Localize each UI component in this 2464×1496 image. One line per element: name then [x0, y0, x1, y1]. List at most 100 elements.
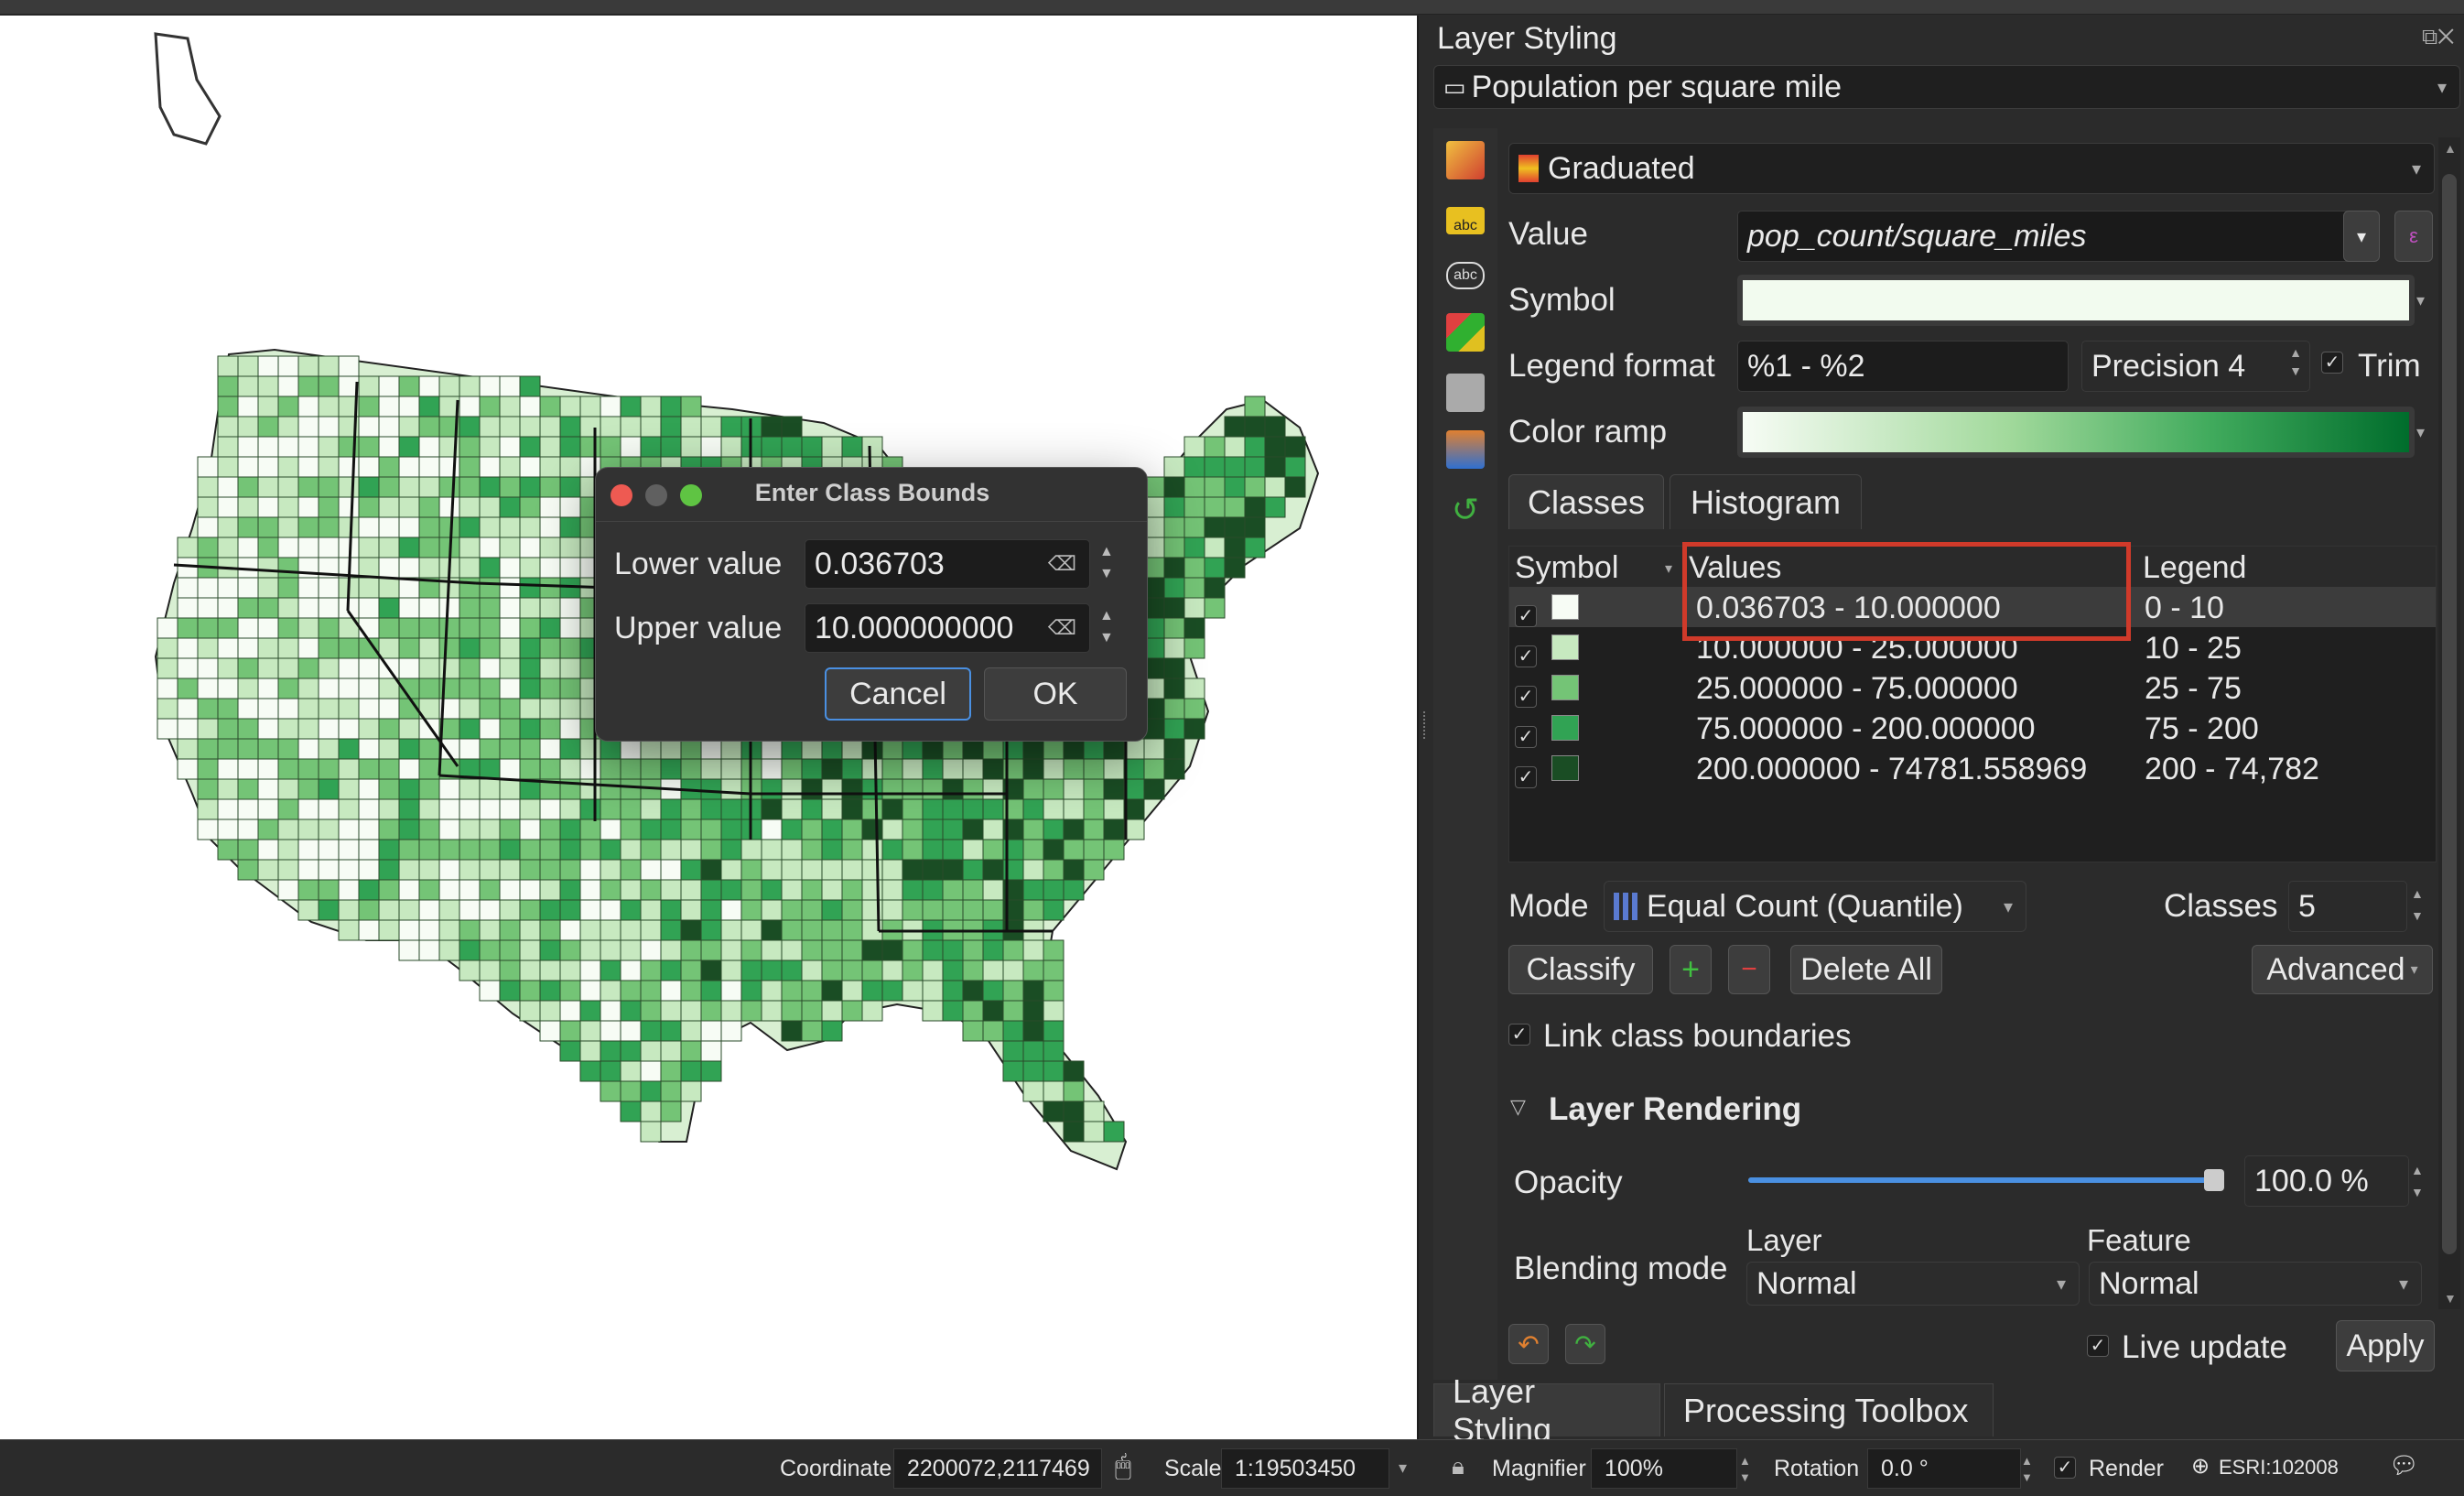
class-swatch[interactable]	[1551, 594, 1579, 620]
magnifier-field[interactable]: 100%	[1591, 1448, 1737, 1489]
spin-arrows-icon[interactable]: ▲ ▼	[2411, 883, 2424, 927]
mode-select[interactable]: Equal Count (Quantile) ▾	[1604, 881, 2026, 932]
spin-arrows-icon[interactable]: ▲ ▼	[1739, 1453, 1751, 1486]
spin-arrows-icon[interactable]: ▲ ▼	[2411, 1159, 2424, 1203]
tab-histogram[interactable]: Histogram	[1670, 474, 1862, 529]
paintbrush-icon[interactable]	[1446, 141, 1485, 179]
header-legend[interactable]: Legend	[2143, 550, 2246, 586]
expression-icon[interactable]: ε	[2394, 211, 2433, 262]
scroll-thumb[interactable]	[2442, 174, 2457, 1254]
county-cell	[1063, 798, 1085, 820]
float-close-icon[interactable]: ⧉✕	[2422, 25, 2454, 50]
mouse-icon[interactable]: 🖱	[1115, 1451, 1131, 1482]
advanced-button[interactable]: Advanced ▾	[2252, 945, 2433, 994]
blend-feature-select[interactable]: Normal ▾	[2089, 1262, 2422, 1306]
opacity-spinbox[interactable]: 100.0 %	[2244, 1155, 2409, 1207]
class-swatch[interactable]	[1551, 715, 1579, 741]
renderer-select[interactable]: Graduated ▾	[1508, 143, 2435, 194]
tab-classes[interactable]: Classes	[1508, 474, 1664, 529]
class-checkbox[interactable]: ✓	[1515, 675, 1537, 710]
county-cell	[257, 839, 279, 861]
class-legend[interactable]: 75 - 200	[2145, 711, 2259, 747]
header-symbol[interactable]: Symbol	[1515, 550, 1618, 586]
table-row[interactable]: ✓ 25.000000 - 75.000000 25 - 75	[1509, 667, 2436, 708]
history-icon[interactable]: ↺	[1446, 491, 1485, 529]
message-icon[interactable]: 💬︎	[2389, 1451, 2419, 1480]
class-values[interactable]: 75.000000 - 200.000000	[1696, 711, 2036, 747]
classify-button[interactable]: Classify	[1508, 945, 1653, 994]
class-legend[interactable]: 10 - 25	[2145, 631, 2242, 667]
class-checkbox[interactable]: ✓	[1515, 755, 1537, 791]
globe-icon[interactable]: ⊕	[2191, 1453, 2210, 1480]
class-legend[interactable]: 200 - 74,782	[2145, 752, 2319, 787]
scroll-down-icon[interactable]: ▼	[2444, 1291, 2457, 1306]
trim-checkbox[interactable]: ✓	[2321, 352, 2343, 374]
layer-select[interactable]: ▭ Population per square mile ▾	[1433, 65, 2460, 109]
chevron-down-icon[interactable]: ▾	[1399, 1458, 1407, 1478]
redo-icon[interactable]: ↷	[1565, 1324, 1605, 1364]
layer-rendering-header[interactable]: Layer Rendering	[1549, 1091, 1801, 1128]
scroll-up-icon[interactable]: ▲	[2444, 141, 2457, 156]
chevron-down-icon[interactable]: ▾	[2416, 407, 2435, 458]
class-swatch[interactable]	[1551, 755, 1579, 781]
coordinate-field[interactable]: 2200072,2117469	[893, 1448, 1102, 1489]
spin-arrows-icon[interactable]: ▲ ▼	[2021, 1453, 2033, 1486]
class-swatch[interactable]	[1551, 675, 1579, 700]
scale-field[interactable]: 1:19503450	[1221, 1448, 1389, 1489]
apply-button[interactable]: Apply	[2336, 1320, 2435, 1371]
link-boundaries-checkbox[interactable]: ✓	[1508, 1024, 1530, 1046]
county-cell	[519, 980, 541, 1002]
cancel-button[interactable]: Cancel	[825, 667, 971, 721]
value-expression-field[interactable]: pop_count/square_miles	[1737, 211, 2374, 262]
fields-icon[interactable]	[1446, 430, 1485, 469]
lock-icon[interactable]: 🔒︎	[1452, 1452, 1464, 1481]
spin-arrows-icon[interactable]: ▲ ▼	[2284, 343, 2307, 380]
value-dropdown-button[interactable]: ▾	[2343, 211, 2380, 262]
label-abc-outline-icon[interactable]: abc	[1446, 262, 1485, 289]
ok-button[interactable]: OK	[984, 667, 1127, 721]
add-class-icon[interactable]: +	[1670, 945, 1712, 994]
rotation-field[interactable]: 0.0 °	[1867, 1448, 2021, 1489]
upper-value-input[interactable]: 10.000000000 ⌫	[805, 603, 1090, 653]
class-checkbox[interactable]: ✓	[1515, 594, 1537, 630]
county-cell	[962, 939, 984, 961]
class-values[interactable]: 25.000000 - 75.000000	[1696, 671, 2018, 707]
panel-splitter[interactable]	[1419, 16, 1433, 1439]
color-ramp-button[interactable]	[1737, 407, 2415, 458]
spin-arrows-icon[interactable]: ▲ ▼	[1099, 541, 1114, 585]
chevron-down-icon[interactable]: ▾	[2416, 275, 2435, 326]
opacity-slider[interactable]	[1748, 1169, 2224, 1191]
render-checkbox[interactable]: ✓	[2054, 1453, 2076, 1480]
precision-spinbox[interactable]: Precision 4 ▲ ▼	[2081, 341, 2310, 392]
opacity-handle[interactable]	[2204, 1169, 2224, 1191]
class-swatch[interactable]	[1551, 634, 1579, 660]
3d-cube-icon[interactable]	[1446, 313, 1485, 352]
delete-all-button[interactable]: Delete All	[1790, 945, 1942, 994]
table-row[interactable]: ✓ 75.000000 - 200.000000 75 - 200	[1509, 708, 2436, 748]
class-checkbox[interactable]: ✓	[1515, 715, 1537, 751]
class-legend[interactable]: 25 - 75	[2145, 671, 2242, 707]
class-legend[interactable]: 0 - 10	[2145, 591, 2224, 626]
lower-value-input[interactable]: 0.036703 ⌫	[805, 539, 1090, 589]
spin-arrows-icon[interactable]: ▲ ▼	[1099, 605, 1114, 649]
undo-icon[interactable]: ↶	[1508, 1324, 1549, 1364]
class-checkbox[interactable]: ✓	[1515, 634, 1537, 670]
collapse-arrow-icon[interactable]: ▽	[1510, 1095, 1526, 1119]
table-row[interactable]: ✓ 200.000000 - 74781.558969 200 - 74,782	[1509, 748, 2436, 788]
diagram-icon[interactable]	[1446, 374, 1485, 412]
blend-layer-select[interactable]: Normal ▾	[1746, 1262, 2080, 1306]
tab-layer-styling[interactable]: Layer Styling	[1433, 1372, 1660, 1448]
class-values[interactable]: 200.000000 - 74781.558969	[1696, 752, 2087, 787]
classes-count-spinbox[interactable]: 5	[2288, 881, 2407, 932]
crs-label[interactable]: ESRI:102008	[2219, 1456, 2339, 1480]
symbol-button[interactable]	[1737, 275, 2415, 326]
remove-class-icon[interactable]: −	[1728, 945, 1770, 994]
live-update-checkbox[interactable]: ✓	[2087, 1335, 2109, 1357]
tab-processing-toolbox[interactable]: Processing Toolbox	[1664, 1383, 1994, 1436]
label-abc-icon[interactable]: abc	[1446, 207, 1485, 234]
county-cell	[418, 899, 440, 921]
clear-icon[interactable]: ⌫	[1048, 552, 1076, 576]
legend-format-input[interactable]: %1 - %2	[1737, 341, 2069, 392]
clear-icon[interactable]: ⌫	[1047, 616, 1076, 640]
panel-scrollbar[interactable]: ▲ ▼	[2438, 137, 2460, 1309]
